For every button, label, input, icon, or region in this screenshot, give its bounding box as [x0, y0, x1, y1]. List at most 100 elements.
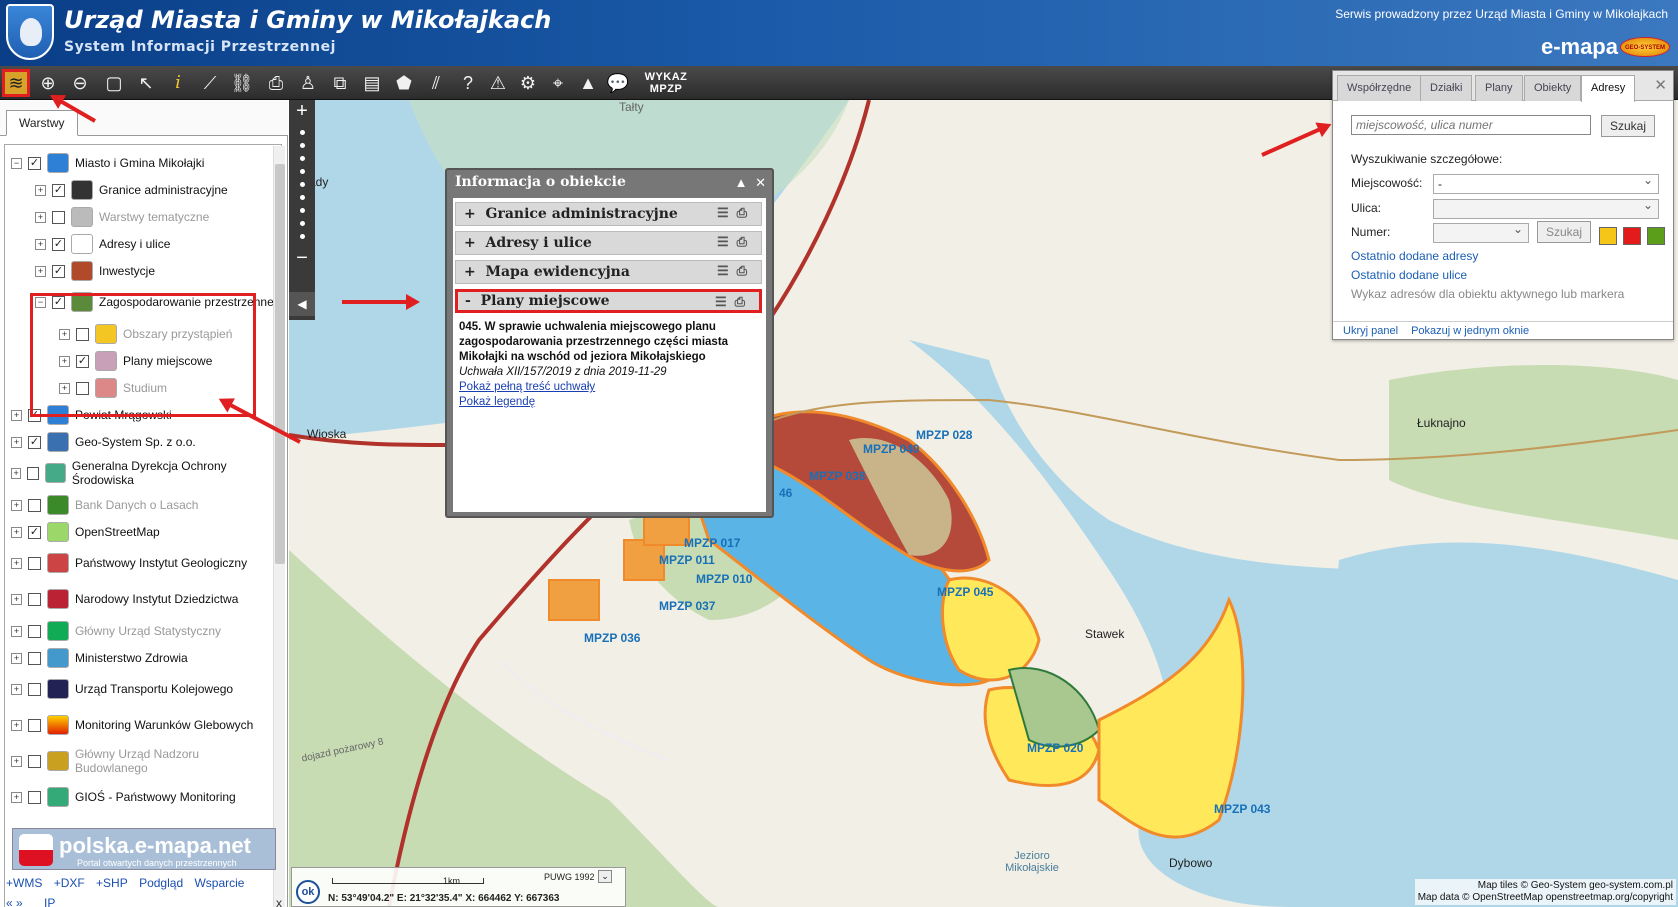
zoom-level-dot[interactable] — [299, 195, 305, 200]
expand-toggle-icon[interactable]: + — [11, 593, 22, 605]
collapse-toggle-icon[interactable]: − — [11, 157, 22, 169]
layer-tree-item[interactable]: + Narodowy Instytut Dziedzictwa — [11, 583, 275, 615]
expand-toggle-icon[interactable]: + — [11, 652, 22, 664]
layer-checkbox[interactable]: ✓ — [28, 435, 41, 449]
plan-label-037[interactable]: MPZP 037 — [659, 599, 715, 613]
list-icon[interactable]: ☰ — [717, 206, 737, 221]
layer-tree-item[interactable]: + Monitoring Warunków Glebowych — [11, 709, 275, 741]
settings-gear-icon[interactable]: ⚙ — [514, 69, 542, 97]
layer-checkbox[interactable] — [52, 210, 65, 224]
marker-color-yellow[interactable] — [1599, 227, 1617, 245]
zoom-in-button[interactable]: + — [289, 100, 315, 122]
layer-tree-item[interactable]: + Główny Urząd Nadzoru Budowlanego — [11, 745, 275, 777]
numer-search-button[interactable]: Szukaj — [1537, 221, 1592, 243]
list-icon[interactable]: ☰ — [717, 235, 737, 250]
layer-tree-item[interactable]: + Warstwy tematyczne — [35, 205, 275, 229]
street-view-icon[interactable]: ♙ — [294, 69, 322, 97]
print-icon[interactable]: ⎙ — [735, 295, 753, 310]
recent-addresses-link[interactable]: Ostatnio dodane adresy — [1351, 249, 1478, 263]
layer-tree-item[interactable]: + Urząd Transportu Kolejowego — [11, 673, 275, 705]
shape-icon[interactable]: ⬟ — [390, 69, 418, 97]
full-extent-icon[interactable]: ▢ — [100, 69, 128, 97]
ip-link[interactable]: IP — [44, 896, 55, 907]
layer-checkbox[interactable] — [28, 754, 41, 768]
marker-color-red[interactable] — [1623, 227, 1641, 245]
expand-toggle-icon[interactable]: + — [35, 184, 46, 196]
expand-toggle-icon[interactable]: + — [11, 526, 22, 538]
print-icon[interactable]: ⎙ — [262, 69, 290, 97]
plan-label-017[interactable]: MPZP 017 — [684, 536, 740, 550]
comments-icon[interactable]: 💬 — [604, 69, 632, 97]
miejscowosc-select[interactable]: - — [1433, 173, 1659, 194]
show-full-resolution-link[interactable]: Pokaż pełną treść uchwały — [459, 380, 759, 395]
expand-toggle-icon[interactable]: + — [11, 625, 22, 637]
layer-checkbox[interactable]: ✓ — [28, 156, 41, 170]
layer-checkbox[interactable]: ✓ — [52, 237, 65, 251]
attribution-data[interactable]: Map data © OpenStreetMap openstreetmap.o… — [1418, 892, 1673, 904]
numer-input[interactable] — [1433, 222, 1529, 243]
layer-tree-item[interactable]: + ✓ Inwestycje — [35, 259, 275, 283]
section-plany-miejscowe[interactable]: - Plany miejscowe ☰⎙ — [455, 289, 762, 313]
ulica-select[interactable] — [1433, 198, 1659, 219]
layer-checkbox[interactable] — [27, 466, 40, 480]
layer-tree-scrollbar[interactable] — [273, 146, 285, 907]
plan-label-038[interactable]: MPZP 038 — [809, 469, 865, 483]
zoom-level-dot[interactable] — [299, 182, 305, 187]
tab-wspolrzedne[interactable]: Współrzędne — [1337, 75, 1422, 101]
plan-label-011[interactable]: MPZP 011 — [659, 553, 715, 567]
wykaz-mpzp-button[interactable]: WYKAZ MPZP — [638, 71, 694, 95]
layer-tree-item[interactable]: + Bank Danych o Lasach — [11, 493, 275, 517]
show-legend-link[interactable]: Pokaż legendę — [459, 395, 759, 410]
info-icon[interactable]: i — [164, 69, 192, 97]
layer-checkbox[interactable] — [28, 651, 41, 665]
scrollbar-thumb[interactable] — [275, 164, 285, 564]
plan-label-040[interactable]: MPZP 040 — [863, 442, 919, 456]
zoom-level-dot[interactable] — [299, 169, 305, 174]
address-search-input[interactable] — [1351, 115, 1591, 135]
tab-dzialki[interactable]: Działki — [1420, 75, 1473, 101]
expand-toggle-icon[interactable]: + — [11, 409, 22, 421]
expand-toggle-icon[interactable]: + — [11, 791, 22, 803]
expand-toggle-icon[interactable]: + — [35, 265, 46, 277]
layout-icon[interactable]: ▤ — [358, 69, 386, 97]
expand-toggle-icon[interactable]: + — [35, 211, 46, 223]
object-info-popup[interactable]: Informacja o obiekcie ▲ ✕ + Granice admi… — [445, 168, 774, 518]
ok-button[interactable]: ok — [296, 880, 320, 904]
layer-tree-item[interactable]: + Główny Urząd Statystyczny — [11, 619, 275, 643]
print-icon[interactable]: ⎙ — [737, 235, 755, 250]
layer-checkbox[interactable] — [28, 556, 41, 570]
layers-button[interactable]: ≋ — [2, 69, 30, 97]
zoom-level-dot[interactable] — [299, 143, 305, 148]
expand-toggle-icon[interactable]: + — [11, 719, 22, 731]
zoom-out-button[interactable]: − — [289, 247, 315, 269]
overlay-icon[interactable]: ⧉ — [326, 69, 354, 97]
layer-checkbox[interactable]: ✓ — [52, 264, 65, 278]
expand-toggle-icon[interactable]: + — [11, 683, 22, 695]
print-icon[interactable]: ⎙ — [737, 206, 755, 221]
close-icon[interactable]: ✕ — [1654, 76, 1667, 94]
zoom-level-dot[interactable] — [299, 234, 305, 239]
expand-toggle-icon[interactable]: + — [11, 499, 22, 511]
plan-label-010[interactable]: MPZP 010 — [696, 572, 752, 586]
tab-plany[interactable]: Plany — [1475, 75, 1523, 101]
warning-icon[interactable]: ⚠ — [484, 69, 512, 97]
search-button[interactable]: Szukaj — [1601, 115, 1656, 137]
tab-obiekty[interactable]: Obiekty — [1524, 75, 1582, 101]
section-granice[interactable]: + Granice administracyjne ☰⎙ — [455, 202, 762, 226]
zoom-level-dot[interactable] — [299, 130, 305, 135]
measure-ruler-icon[interactable]: ⟋ — [196, 69, 224, 97]
hide-panel-link[interactable]: Ukryj panel — [1343, 325, 1398, 337]
expand-toggle-icon[interactable]: + — [35, 238, 46, 250]
tab-warstwy[interactable]: Warstwy — [6, 110, 78, 136]
hatch-icon[interactable]: ⫽ — [422, 69, 450, 97]
link-wms[interactable]: +WMS — [6, 876, 42, 890]
select-pointer-icon[interactable]: ↖ — [132, 69, 160, 97]
marker-color-green[interactable] — [1647, 227, 1665, 245]
panel-nav-arrows[interactable]: « » — [6, 896, 23, 907]
layer-tree-item[interactable]: + ✓ Geo-System Sp. z o.o. — [11, 430, 275, 454]
recent-streets-link[interactable]: Ostatnio dodane ulice — [1351, 268, 1467, 282]
single-window-link[interactable]: Pokazuj w jednym oknie — [1411, 325, 1529, 337]
help-icon[interactable]: ? — [454, 69, 482, 97]
plan-label-46[interactable]: 46 — [779, 486, 792, 500]
layer-tree-item[interactable]: + Państwowy Instytut Geologiczny — [11, 547, 275, 579]
